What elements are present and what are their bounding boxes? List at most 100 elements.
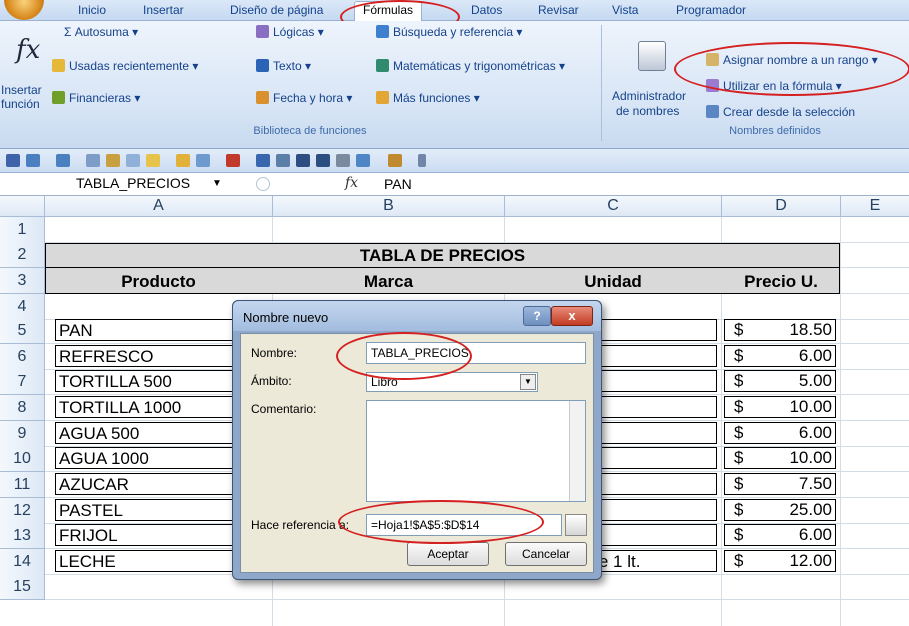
select-all-corner[interactable] bbox=[0, 196, 45, 217]
row-header-1[interactable]: 1 bbox=[0, 217, 45, 243]
tab-vista[interactable]: Vista bbox=[612, 3, 638, 17]
lookup-reference-label: Búsqueda y referencia ▾ bbox=[393, 25, 523, 39]
macro-icon[interactable] bbox=[388, 154, 402, 167]
row-header-4[interactable]: 4 bbox=[0, 294, 45, 320]
dialog-title-bar[interactable]: Nombre nuevo ? x bbox=[233, 301, 601, 331]
currency-symbol: $ bbox=[734, 423, 744, 442]
financial-button[interactable]: Financieras ▾ bbox=[52, 91, 140, 105]
currency-symbol: $ bbox=[734, 397, 744, 416]
logical-label: Lógicas ▾ bbox=[273, 25, 324, 39]
row-header-5[interactable]: 5 bbox=[0, 318, 45, 344]
row-header-15[interactable]: 15 bbox=[0, 574, 45, 600]
insert-function-label-1: Insertar bbox=[1, 83, 42, 97]
undo-icon[interactable] bbox=[26, 154, 40, 167]
date-time-button[interactable]: Fecha y hora ▾ bbox=[256, 91, 352, 105]
borders-icon[interactable] bbox=[196, 154, 210, 167]
calendar-icon bbox=[256, 91, 269, 104]
formula-bar-divider-dot bbox=[256, 177, 270, 191]
cell-precio: 12.00 bbox=[789, 551, 832, 570]
table-icon[interactable] bbox=[356, 154, 370, 167]
header-marca[interactable]: Marca bbox=[273, 272, 504, 292]
row-header-2[interactable]: 2 bbox=[0, 242, 45, 268]
name-box[interactable]: TABLA_PRECIOS ▼ bbox=[60, 175, 248, 192]
create-from-selection-button[interactable]: Crear desde la selección bbox=[706, 105, 855, 119]
refers-to-label: Hace referencia a: bbox=[251, 518, 350, 532]
currency-symbol: $ bbox=[734, 346, 744, 365]
collapse-dialog-icon[interactable] bbox=[565, 514, 587, 536]
text-a-icon bbox=[256, 59, 269, 72]
date-time-label: Fecha y hora ▾ bbox=[273, 91, 353, 105]
strikethrough-icon[interactable] bbox=[336, 154, 350, 167]
header-precio[interactable]: Precio U. bbox=[722, 272, 840, 292]
insert-function-button[interactable]: fx Insertar función bbox=[1, 29, 54, 124]
chevron-down-icon[interactable]: ▼ bbox=[212, 175, 222, 192]
recently-used-label: Usadas recientemente ▾ bbox=[69, 59, 199, 73]
row-header-9[interactable]: 9 bbox=[0, 421, 45, 447]
cell-precio: 10.00 bbox=[789, 448, 832, 467]
column-header-a[interactable]: A bbox=[45, 196, 273, 217]
print-icon[interactable] bbox=[276, 154, 290, 167]
fx-icon[interactable]: fx bbox=[345, 175, 358, 191]
lookup-reference-button[interactable]: Búsqueda y referencia ▾ bbox=[376, 25, 522, 39]
fill-color-icon[interactable] bbox=[146, 154, 160, 167]
decrease-font-icon[interactable] bbox=[316, 154, 330, 167]
header-unidad[interactable]: Unidad bbox=[505, 272, 721, 292]
customize-toolbar-icon[interactable] bbox=[418, 154, 426, 167]
column-header-e[interactable]: E bbox=[841, 196, 909, 217]
row-header-7[interactable]: 7 bbox=[0, 369, 45, 395]
cell-precio: 6.00 bbox=[798, 346, 832, 365]
book-logical-icon bbox=[256, 25, 269, 38]
column-header-d[interactable]: D bbox=[722, 196, 841, 217]
row-header-13[interactable]: 13 bbox=[0, 523, 45, 549]
tab-diseno-pagina[interactable]: Diseño de página bbox=[230, 3, 323, 17]
tab-inicio[interactable]: Inicio bbox=[78, 3, 106, 17]
row-header-6[interactable]: 6 bbox=[0, 344, 45, 370]
increase-font-icon[interactable] bbox=[296, 154, 310, 167]
cell-precio: 6.00 bbox=[798, 423, 832, 442]
redo-icon[interactable] bbox=[56, 154, 70, 167]
save-icon[interactable] bbox=[6, 154, 20, 167]
more-functions-icon bbox=[376, 91, 389, 104]
text-label: Texto ▾ bbox=[273, 59, 312, 73]
form-icon[interactable] bbox=[86, 154, 100, 167]
tab-revisar[interactable]: Revisar bbox=[538, 3, 579, 17]
open-folder-icon[interactable] bbox=[176, 154, 190, 167]
cancel-button[interactable]: Cancelar bbox=[505, 542, 587, 566]
create-from-selection-label: Crear desde la selección bbox=[723, 105, 856, 119]
chevron-down-icon[interactable]: ▼ bbox=[520, 374, 536, 390]
autosum-button[interactable]: Σ Autosuma ▾ bbox=[64, 25, 138, 39]
sort-icon[interactable] bbox=[256, 154, 270, 167]
row-header-11[interactable]: 11 bbox=[0, 472, 45, 498]
comment-textarea[interactable] bbox=[366, 400, 586, 502]
formula-content[interactable]: PAN bbox=[384, 176, 412, 192]
row-header-8[interactable]: 8 bbox=[0, 395, 45, 421]
header-producto[interactable]: Producto bbox=[45, 272, 272, 292]
recently-used-button[interactable]: Usadas recientemente ▾ bbox=[52, 59, 198, 73]
row-header-3[interactable]: 3 bbox=[0, 268, 45, 294]
comment-scrollbar[interactable] bbox=[569, 401, 585, 501]
zoom-icon[interactable] bbox=[126, 154, 140, 167]
more-functions-button[interactable]: Más funciones ▾ bbox=[376, 91, 480, 105]
group-separator bbox=[601, 25, 602, 141]
formula-bar: TABLA_PRECIOS ▼ fx PAN bbox=[0, 173, 909, 196]
tab-datos[interactable]: Datos bbox=[471, 3, 502, 17]
tab-insertar[interactable]: Insertar bbox=[143, 3, 184, 17]
row-header-14[interactable]: 14 bbox=[0, 549, 45, 575]
print-preview-icon[interactable] bbox=[106, 154, 120, 167]
office-button[interactable] bbox=[4, 0, 44, 20]
row-header-12[interactable]: 12 bbox=[0, 498, 45, 524]
book-financial-icon bbox=[52, 91, 65, 104]
tab-programador[interactable]: Programador bbox=[676, 3, 746, 17]
close-button[interactable]: x bbox=[551, 306, 593, 326]
math-trig-button[interactable]: Matemáticas y trigonométricas ▾ bbox=[376, 59, 565, 73]
logical-button[interactable]: Lógicas ▾ bbox=[256, 25, 324, 39]
ok-button[interactable]: Aceptar bbox=[407, 542, 489, 566]
text-button[interactable]: Texto ▾ bbox=[256, 59, 311, 73]
financial-label: Financieras ▾ bbox=[69, 91, 141, 105]
column-header-c[interactable]: C bbox=[505, 196, 722, 217]
row-header-10[interactable]: 10 bbox=[0, 446, 45, 472]
dialog-title: Nombre nuevo bbox=[243, 310, 329, 325]
font-color-icon[interactable] bbox=[226, 154, 240, 167]
help-button[interactable]: ? bbox=[523, 306, 551, 326]
column-header-b[interactable]: B bbox=[273, 196, 505, 217]
